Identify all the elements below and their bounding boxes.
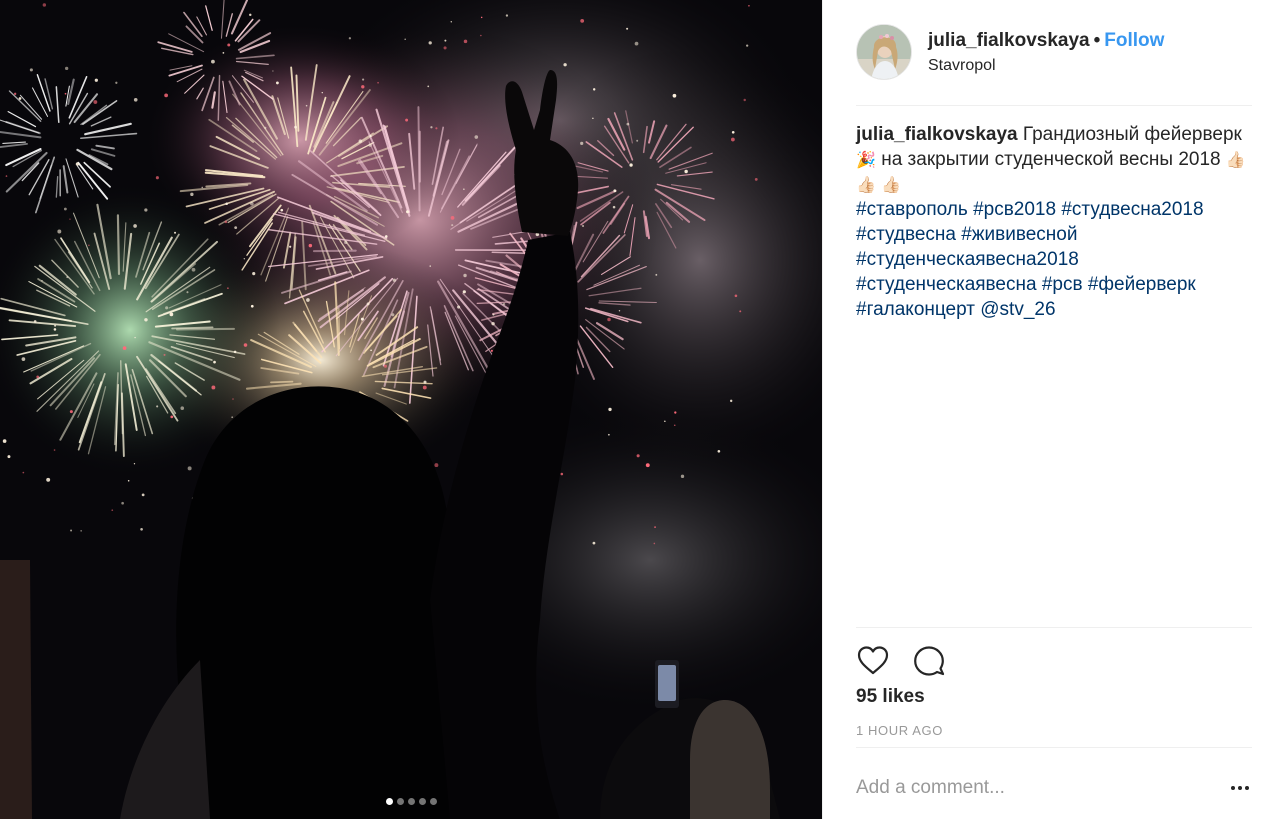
hashtag-link[interactable]: @stv_26 <box>980 299 1055 320</box>
comment-form <box>856 770 1252 806</box>
location-link[interactable]: Stavropol <box>928 57 996 75</box>
caption-text-2: на закрытии студенческой весны 2018 <box>881 149 1221 170</box>
hashtag-link[interactable]: #рсв <box>1042 274 1083 295</box>
hashtag-link[interactable]: #жививесной <box>961 224 1077 245</box>
avatar-image <box>857 25 911 79</box>
carousel-dot <box>407 798 415 805</box>
carousel-dot <box>385 798 393 805</box>
party-popper-emoji: 🎉 <box>856 150 876 169</box>
likes-count[interactable]: 95 likes <box>856 686 925 708</box>
caption-username-link[interactable]: julia_fialkovskaya <box>856 124 1018 145</box>
carousel-dot <box>396 798 404 805</box>
hashtag-link[interactable]: #студенческаявесна <box>856 274 1037 295</box>
header-user-line: julia_fialkovskaya • Follow <box>928 30 1164 52</box>
comment-icon[interactable] <box>912 644 946 678</box>
heart-icon[interactable] <box>856 644 890 678</box>
fireworks-photo <box>0 0 822 819</box>
hashtag-link[interactable]: #рсв2018 <box>973 199 1056 220</box>
hashtag-link[interactable]: #фейерверк <box>1088 274 1196 295</box>
follow-button[interactable]: Follow <box>1104 30 1164 51</box>
caption-text-1: Грандиозный фейерверк <box>1022 124 1242 145</box>
hashtag-link[interactable]: #галаконцерт <box>856 299 975 320</box>
post-header: julia_fialkovskaya • Follow Stavropol <box>856 24 1252 106</box>
post-caption: julia_fialkovskaya Грандиозный фейерверк… <box>856 122 1252 322</box>
hashtag-link[interactable]: #ставрополь <box>856 199 968 220</box>
hashtag-link[interactable]: #студвесна2018 <box>1061 199 1203 220</box>
post-photo[interactable] <box>0 0 822 819</box>
carousel-dot <box>429 798 437 805</box>
separator-dot: • <box>1093 30 1101 51</box>
username-link[interactable]: julia_fialkovskaya <box>928 30 1090 51</box>
post-timestamp[interactable]: 1 HOUR AGO <box>856 723 943 738</box>
avatar[interactable] <box>856 24 912 80</box>
hashtag-list: #ставрополь #рсв2018 #студвесна2018 #сту… <box>856 197 1252 322</box>
more-options-icon[interactable] <box>1228 776 1252 800</box>
carousel-indicator <box>0 798 822 805</box>
comment-input[interactable] <box>856 774 1206 802</box>
carousel-dot <box>418 798 426 805</box>
hashtag-link[interactable]: #студвесна <box>856 224 956 245</box>
post-actions: 95 likes 1 HOUR AGO <box>856 627 1252 748</box>
hashtag-link[interactable]: #студенческаявесна2018 <box>856 249 1079 270</box>
post-sidebar: julia_fialkovskaya • Follow Stavropol juli… <box>822 0 1280 819</box>
